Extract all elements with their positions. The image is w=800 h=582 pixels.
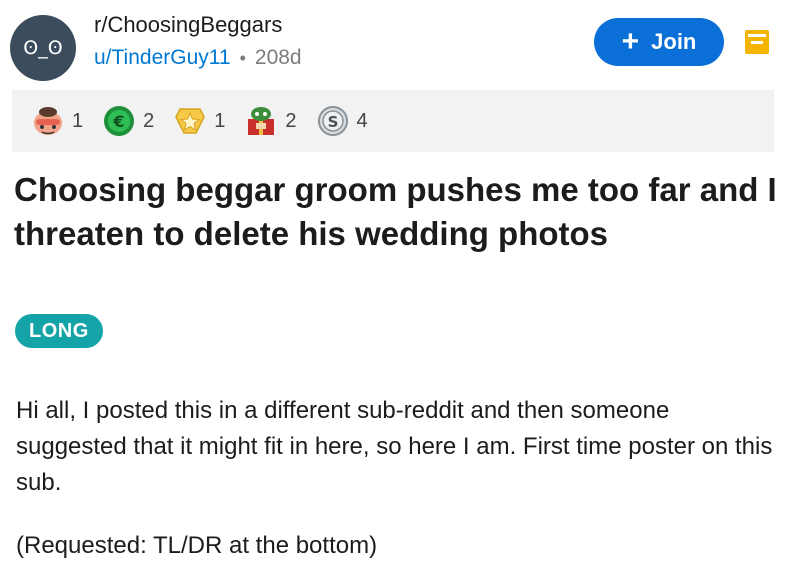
award-count: 4 [356,109,368,132]
post-title[interactable]: Choosing beggar groom pushes me too far … [14,168,784,256]
award-coin[interactable]: € 2 [101,103,154,139]
post-body-paragraph: (Requested: TL/DR at the bottom) [16,532,378,559]
award-facepalm[interactable]: 1 [30,103,83,139]
award-count: 2 [143,109,155,132]
award-count: 2 [285,109,297,132]
award-count: 1 [214,109,226,132]
svg-text:€: € [113,112,125,131]
post-age: 208d [254,46,302,69]
award-gift-character[interactable]: 2 [243,103,297,139]
silver-award-icon: S [317,106,348,136]
gift-character-award-icon [248,107,275,135]
award-silver[interactable]: S 4 [315,103,368,139]
author-link[interactable]: u/TinderGuy11 [94,46,231,70]
bookmark-icon[interactable] [744,28,770,56]
svg-text:S: S [327,113,338,131]
subreddit-name[interactable]: r/ChoosingBeggars [94,12,282,38]
award-star[interactable]: 1 [172,103,225,139]
star-award-icon [175,108,206,134]
avatar-face: ʘ_ʘ [23,37,63,59]
plus-icon: + [621,25,640,58]
post-header: ʘ_ʘ r/ChoosingBeggars u/TinderGuy11 • 20… [0,0,800,90]
coin-award-icon: € [104,106,135,136]
post-meta: u/TinderGuy11 • 208d [94,46,302,70]
award-count: 1 [72,109,84,132]
subreddit-avatar[interactable]: ʘ_ʘ [10,15,76,81]
awards-bar[interactable]: 1 € 2 1 2 S 4 [12,90,774,152]
post-body-paragraph: Hi all, I posted this in a different sub… [16,397,773,496]
meta-separator: • [239,47,246,68]
join-label: Join [651,29,697,54]
facepalm-award-icon [34,107,62,135]
post-flair[interactable]: LONG [15,314,103,348]
join-button[interactable]: + Join [594,18,724,66]
